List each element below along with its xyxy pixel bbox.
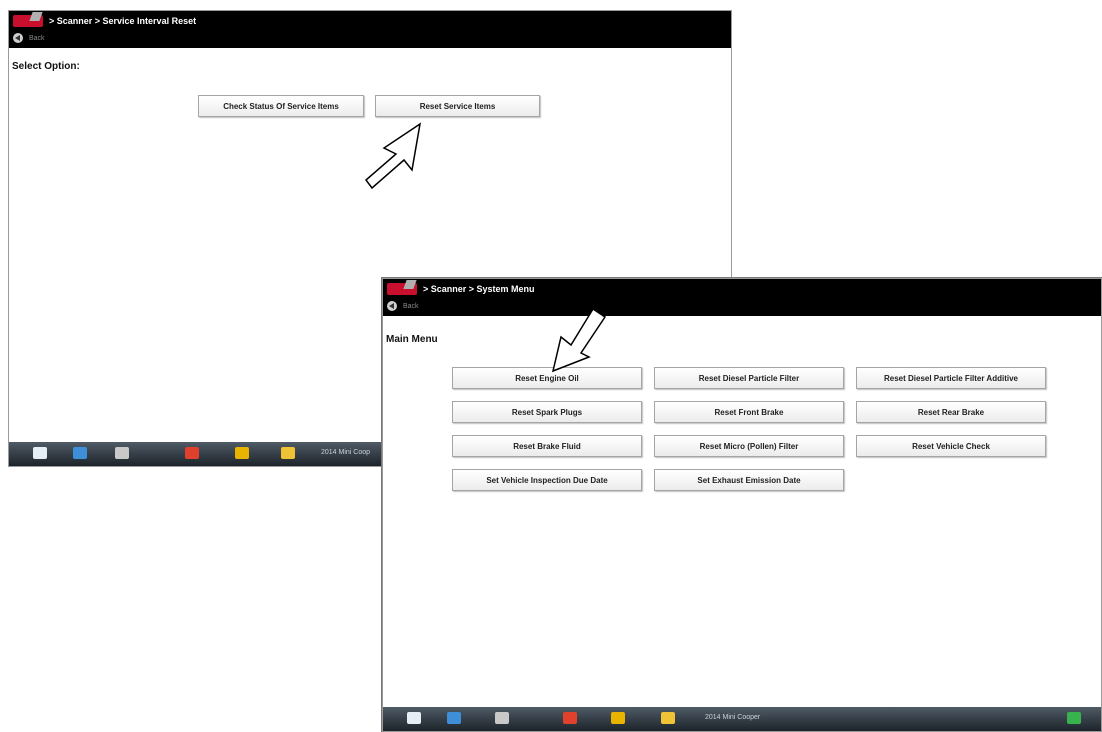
back-button[interactable]: Back	[13, 33, 45, 43]
set-emission-date-button[interactable]: Set Exhaust Emission Date	[654, 469, 844, 491]
shop-icon[interactable]	[611, 712, 625, 724]
reset-vehicle-check-button[interactable]: Reset Vehicle Check	[856, 435, 1046, 457]
connection-status-icon	[1067, 712, 1081, 724]
title-bar: > Scanner > Service Interval Reset Back	[9, 11, 731, 48]
taskbar: 2014 Mini Cooper	[383, 707, 1101, 731]
reset-micro-filter-button[interactable]: Reset Micro (Pollen) Filter	[654, 435, 844, 457]
vehicle-id-text: 2014 Mini Coop	[321, 449, 371, 456]
folder-icon[interactable]	[661, 712, 675, 724]
vehicle-id-text: 2014 Mini Cooper	[705, 714, 761, 721]
reset-brake-fluid-button[interactable]: Reset Brake Fluid	[452, 435, 642, 457]
reset-service-items-button[interactable]: Reset Service Items	[375, 95, 540, 117]
settings-sliders-icon[interactable]	[495, 712, 509, 724]
home-icon[interactable]	[33, 447, 47, 459]
title-bar: > Scanner > System Menu Back	[383, 279, 1101, 316]
select-option-heading: Select Option:	[12, 61, 80, 72]
home-icon[interactable]	[407, 712, 421, 724]
pointer-arrow-icon	[551, 307, 607, 373]
back-button[interactable]: Back	[387, 301, 419, 311]
back-icon	[13, 33, 23, 43]
folder-icon[interactable]	[281, 447, 295, 459]
vehicle-data-icon[interactable]	[447, 712, 461, 724]
breadcrumb-text: > Scanner > Service Interval Reset	[49, 16, 197, 26]
back-icon	[387, 301, 397, 311]
shop-icon[interactable]	[235, 447, 249, 459]
save-icon[interactable]	[563, 712, 577, 724]
reset-dpf-additive-button[interactable]: Reset Diesel Particle Filter Additive	[856, 367, 1046, 389]
breadcrumb: > Scanner > Service Interval Reset	[13, 14, 196, 28]
reset-rear-brake-button[interactable]: Reset Rear Brake	[856, 401, 1046, 423]
breadcrumb: > Scanner > System Menu	[387, 282, 535, 296]
back-label: Back	[403, 302, 419, 310]
reset-diesel-particle-filter-button[interactable]: Reset Diesel Particle Filter	[654, 367, 844, 389]
snapon-logo[interactable]	[13, 15, 43, 27]
back-label: Back	[29, 34, 45, 42]
reset-front-brake-button[interactable]: Reset Front Brake	[654, 401, 844, 423]
system-menu-screen: > Scanner > System Menu Back Main Menu R…	[382, 278, 1102, 732]
check-status-button[interactable]: Check Status Of Service Items	[198, 95, 364, 117]
vehicle-data-icon[interactable]	[73, 447, 87, 459]
main-menu-heading: Main Menu	[386, 334, 438, 345]
reset-spark-plugs-button[interactable]: Reset Spark Plugs	[452, 401, 642, 423]
set-inspection-date-button[interactable]: Set Vehicle Inspection Due Date	[452, 469, 642, 491]
settings-sliders-icon[interactable]	[115, 447, 129, 459]
breadcrumb-text: > Scanner > System Menu	[423, 284, 535, 294]
save-icon[interactable]	[185, 447, 199, 459]
pointer-arrow-icon	[364, 122, 422, 190]
snapon-logo[interactable]	[387, 283, 417, 295]
